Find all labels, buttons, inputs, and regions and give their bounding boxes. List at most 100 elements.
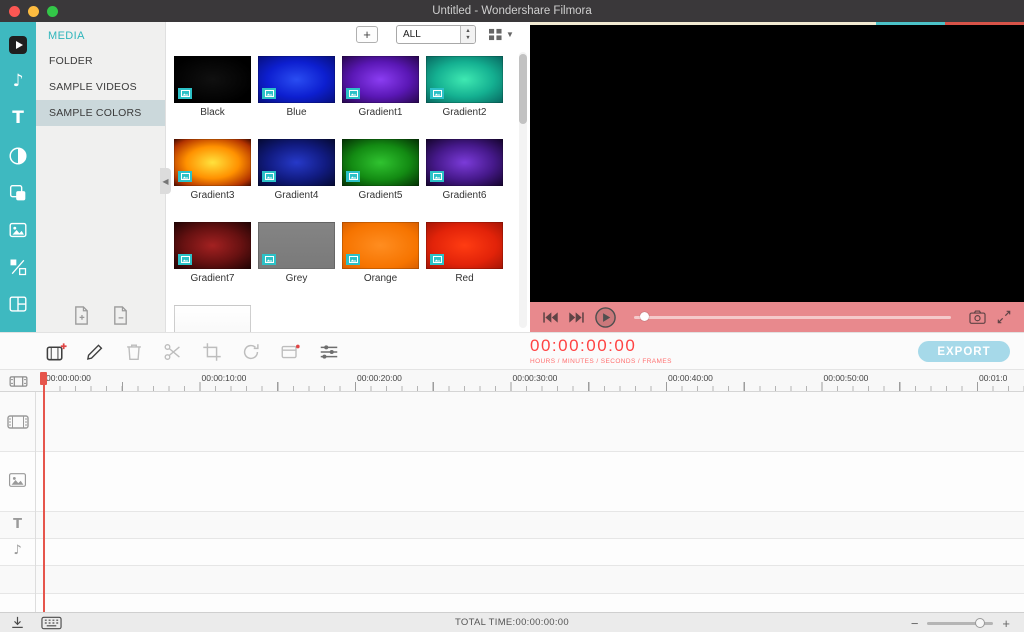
audio-mixer-sliders-icon[interactable]	[317, 340, 341, 364]
playhead-handle[interactable]	[40, 372, 47, 385]
pip-track[interactable]	[0, 452, 1024, 512]
split-scissors-icon[interactable]	[161, 340, 185, 364]
crop-icon[interactable]	[200, 340, 224, 364]
media-grid-item[interactable]: Grey	[258, 222, 335, 285]
status-bar: TOTAL TIME:00:00:00:00 − +	[0, 612, 1024, 632]
media-grid-item[interactable]: Black	[174, 56, 251, 119]
media-thumbnail[interactable]	[342, 139, 419, 186]
media-nav-panel: MEDIA FOLDER SAMPLE VIDEOS SAMPLE COLORS	[36, 22, 166, 332]
media-nav-list: FOLDER SAMPLE VIDEOS SAMPLE COLORS	[36, 48, 165, 126]
previous-frame-button[interactable]	[542, 311, 559, 324]
media-thumbnail[interactable]	[258, 56, 335, 103]
timeline-tracks[interactable]: T ♪	[0, 392, 1024, 612]
filmora-window: Untitled - Wondershare Filmora ♪ T	[0, 0, 1024, 632]
delete-trash-icon[interactable]	[122, 340, 146, 364]
add-to-timeline-icon[interactable]	[44, 340, 68, 364]
media-grid-item[interactable]: Gradient4	[258, 139, 335, 202]
media-grid-item[interactable]: Gradient7	[174, 222, 251, 285]
zoom-window-button[interactable]	[47, 6, 58, 17]
timeline-ruler[interactable]: 00:00:00:0000:00:10:0000:00:20:0000:00:3…	[0, 370, 1024, 392]
elements-icon[interactable]	[0, 211, 36, 248]
video-track[interactable]	[0, 392, 1024, 452]
ruler-label: 00:00:10:00	[202, 373, 247, 383]
edit-pencil-icon[interactable]	[83, 340, 107, 364]
total-time-label: TOTAL TIME:00:00:00:00	[0, 617, 1024, 628]
window-title: Untitled - Wondershare Filmora	[432, 5, 592, 17]
media-thumbnail[interactable]	[342, 222, 419, 269]
zoom-out-button[interactable]: −	[911, 616, 919, 631]
media-item-label: Black	[174, 107, 251, 119]
import-file-icon[interactable]	[72, 305, 91, 326]
preview-panel	[530, 22, 1024, 332]
layout-icon[interactable]	[0, 285, 36, 322]
extra-track[interactable]	[0, 566, 1024, 594]
play-button[interactable]	[594, 306, 617, 329]
zoom-slider-handle[interactable]	[975, 618, 985, 628]
zoom-in-button[interactable]: +	[1002, 616, 1010, 631]
color-media-badge-icon	[346, 171, 360, 182]
remove-file-icon[interactable]	[111, 305, 130, 326]
media-grid-item[interactable]: Gradient6	[426, 139, 503, 202]
media-thumbnail[interactable]	[174, 222, 251, 269]
media-thumbnail[interactable]	[342, 56, 419, 103]
minimize-window-button[interactable]	[28, 6, 39, 17]
color-media-badge-icon	[430, 254, 444, 265]
media-nav-item[interactable]: FOLDER	[36, 48, 165, 74]
zoom-slider[interactable]	[927, 622, 993, 625]
media-nav-item[interactable]: SAMPLE VIDEOS	[36, 74, 165, 100]
media-grid-item[interactable]: Gradient2	[426, 56, 503, 119]
music-icon[interactable]: ♪	[0, 63, 36, 100]
media-grid-item[interactable]: Gradient1	[342, 56, 419, 119]
media-thumbnail[interactable]	[174, 139, 251, 186]
media-thumbnail[interactable]	[174, 305, 251, 332]
text-icon[interactable]: T	[0, 100, 36, 137]
add-media-button[interactable]: +	[356, 26, 378, 43]
seek-slider[interactable]	[634, 316, 951, 319]
track-manager-icon[interactable]	[9, 375, 28, 388]
next-frame-button[interactable]	[568, 311, 585, 324]
snapshot-camera-icon[interactable]	[968, 309, 987, 325]
view-mode-button[interactable]: ▼	[488, 28, 514, 41]
upper-region: ♪ T MEDIA FOLDER SAMPLE VIDEOS S	[0, 22, 1024, 332]
ruler-label: 00:00:30:00	[513, 373, 558, 383]
close-window-button[interactable]	[9, 6, 20, 17]
library-scrollbar[interactable]	[519, 52, 527, 328]
export-button[interactable]: EXPORT	[918, 341, 1010, 362]
media-grid-item[interactable]: Orange	[342, 222, 419, 285]
media-grid-item[interactable]: Gradient3	[174, 139, 251, 202]
media-grid-item[interactable]	[174, 305, 251, 332]
media-item-label: Gradient3	[174, 190, 251, 202]
ruler-label: 00:00:50:00	[824, 373, 869, 383]
media-grid-item[interactable]: Blue	[258, 56, 335, 119]
playhead-line[interactable]	[43, 372, 45, 612]
media-grid-item[interactable]: Red	[426, 222, 503, 285]
media-thumbnail[interactable]	[174, 56, 251, 103]
scrollbar-thumb[interactable]	[519, 54, 527, 124]
color-media-badge-icon	[430, 171, 444, 182]
ruler-label: 00:01:0	[979, 373, 1007, 383]
music-track[interactable]	[0, 539, 1024, 566]
media-nav-item-label: FOLDER	[49, 55, 93, 67]
collapse-panel-handle[interactable]: ◀	[160, 168, 171, 194]
split-screen-icon[interactable]	[0, 248, 36, 285]
chevron-down-icon: ▼	[506, 30, 514, 39]
media-nav-item-label: SAMPLE VIDEOS	[49, 81, 137, 93]
media-thumbnail[interactable]	[426, 139, 503, 186]
titlebar[interactable]: Untitled - Wondershare Filmora	[0, 0, 1024, 22]
media-thumbnail[interactable]	[258, 139, 335, 186]
seek-slider-handle[interactable]	[640, 312, 649, 321]
dropdown-stepper-icon: ▲▼	[460, 26, 475, 43]
rotate-icon[interactable]	[239, 340, 263, 364]
transitions-icon[interactable]	[0, 137, 36, 174]
fullscreen-icon[interactable]	[996, 309, 1012, 325]
filter-dropdown[interactable]: ALL ▲▼	[396, 25, 476, 44]
overlay-icon[interactable]	[0, 174, 36, 211]
media-library-icon[interactable]	[0, 26, 36, 63]
text-track[interactable]	[0, 512, 1024, 539]
media-grid-item[interactable]: Gradient5	[342, 139, 419, 202]
media-thumbnail[interactable]	[426, 222, 503, 269]
media-thumbnail[interactable]	[258, 222, 335, 269]
advanced-edit-icon[interactable]	[278, 340, 302, 364]
media-thumbnail[interactable]	[426, 56, 503, 103]
media-nav-item[interactable]: SAMPLE COLORS	[36, 100, 165, 126]
